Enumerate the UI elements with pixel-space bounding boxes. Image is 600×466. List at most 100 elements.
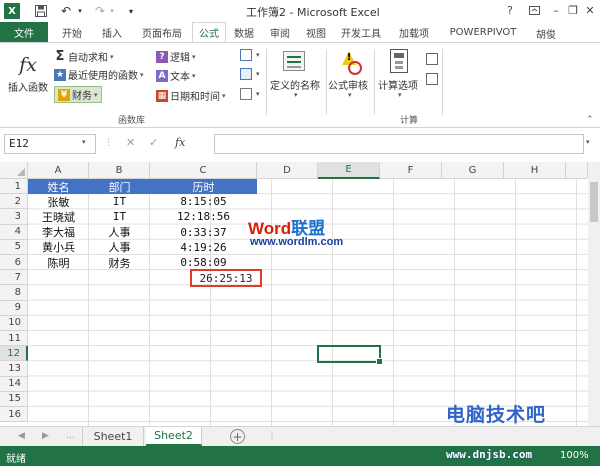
chevron-down-icon[interactable]: ▾ (398, 91, 402, 99)
row-header[interactable]: 4 (0, 224, 28, 240)
cell-dept[interactable]: 人事 (89, 240, 150, 255)
chevron-down-icon[interactable]: ▾ (586, 138, 590, 146)
column-header[interactable]: G (442, 162, 504, 179)
cell-dept[interactable]: 财务 (89, 255, 150, 270)
cell-duration[interactable]: 8:15:05 (150, 194, 257, 209)
undo-icon[interactable]: ↶ (58, 3, 74, 19)
save-icon[interactable] (34, 3, 48, 19)
column-header[interactable]: H (504, 162, 566, 179)
calculation-options-button[interactable]: 计算选项 (378, 77, 418, 92)
row-header[interactable]: 8 (0, 285, 28, 301)
row-header[interactable]: 10 (0, 315, 28, 331)
column-header[interactable]: C (150, 162, 257, 179)
column-header[interactable]: A (28, 162, 89, 179)
row-header[interactable]: 16 (0, 407, 28, 423)
table-header-cell[interactable]: 姓名 (28, 179, 89, 194)
cell-name[interactable]: 黄小兵 (28, 240, 89, 255)
tab-home[interactable]: 开始 (54, 22, 90, 42)
tab-review[interactable]: 审阅 (264, 22, 296, 42)
tab-powerpivot[interactable]: POWERPIVOT (440, 22, 526, 42)
tab-page-layout[interactable]: 页面布局 (134, 22, 190, 42)
cancel-icon[interactable]: ✕ (126, 136, 135, 149)
chevron-down-icon[interactable]: ▾ (294, 91, 298, 99)
row-header[interactable]: 11 (0, 331, 28, 347)
row-header[interactable]: 6 (0, 255, 28, 271)
customize-qat-icon[interactable]: ▾ (126, 3, 136, 19)
insert-function-icon[interactable]: fx (175, 136, 185, 149)
chevron-left-icon[interactable]: ◀ (18, 431, 25, 441)
formula-auditing-icon[interactable] (338, 51, 362, 75)
zoom-level[interactable]: 100% (560, 450, 589, 461)
row-header[interactable]: 9 (0, 300, 28, 316)
enter-icon[interactable]: ✓ (149, 136, 158, 149)
name-manager-icon[interactable] (283, 51, 305, 71)
table-header-cell[interactable]: 历时 (150, 179, 257, 194)
resize-handle-icon[interactable]: ⋮ (268, 432, 276, 441)
chevron-down-icon[interactable]: ▾ (256, 70, 260, 78)
chevron-down-icon[interactable]: ▾ (256, 51, 260, 59)
chevron-down-icon[interactable]: ▾ (256, 90, 260, 98)
cell-duration[interactable]: 0:33:37 (150, 225, 257, 240)
cell-name[interactable]: 陈明 (28, 255, 89, 270)
cell-duration[interactable]: 0:58:09 (150, 255, 257, 270)
collapse-ribbon-icon[interactable]: ⌃ (586, 115, 594, 125)
calculate-now-icon[interactable] (426, 53, 438, 65)
help-button[interactable]: ? (500, 2, 520, 18)
resize-handle-icon[interactable]: ⋮ (104, 138, 113, 148)
more-icon[interactable]: … (66, 431, 75, 441)
autosum-button[interactable]: Σ 自动求和 ▾ (54, 49, 114, 64)
close-button[interactable]: ✕ (580, 2, 600, 18)
row-header-selected[interactable]: 12 (0, 346, 28, 362)
row-header[interactable]: 3 (0, 209, 28, 225)
tab-data[interactable]: 数据 (228, 22, 260, 42)
tab-view[interactable]: 视图 (300, 22, 332, 42)
cell-dept[interactable]: IT (89, 209, 150, 224)
redo-icon[interactable]: ↷ (92, 3, 108, 19)
cell-dept[interactable]: 人事 (89, 225, 150, 240)
formula-input[interactable] (214, 134, 584, 154)
recently-used-button[interactable]: ★ 最近使用的函数 ▾ (54, 67, 144, 82)
column-header-selected[interactable]: E (318, 162, 380, 179)
financial-button[interactable]: ¥ 财务 ▾ (54, 86, 102, 103)
select-all-button[interactable] (0, 162, 28, 179)
undo-dropdown-icon[interactable]: ▾ (76, 3, 84, 19)
calculate-sheet-icon[interactable] (426, 73, 438, 85)
insert-function-button[interactable]: 插入函数 (4, 79, 52, 94)
tab-file[interactable]: 文件 (0, 22, 48, 42)
table-header-cell[interactable]: 部门 (89, 179, 150, 194)
tab-developer[interactable]: 开发工具 (334, 22, 388, 42)
row-header[interactable]: 13 (0, 361, 28, 377)
scrollbar-thumb[interactable] (590, 182, 598, 222)
lookup-reference-icon[interactable] (240, 49, 252, 61)
row-header[interactable]: 1 (0, 179, 28, 195)
redo-dropdown-icon[interactable]: ▾ (108, 3, 116, 19)
column-header[interactable]: F (380, 162, 442, 179)
math-trig-icon[interactable] (240, 68, 252, 80)
date-time-button[interactable]: ▦ 日期和时间 ▾ (156, 88, 226, 103)
user-name[interactable]: 胡俊 (536, 26, 556, 41)
chevron-down-icon[interactable]: ▾ (82, 138, 86, 146)
row-header[interactable]: 5 (0, 239, 28, 255)
cell-name[interactable]: 王晓斌 (28, 209, 89, 224)
chevron-down-icon[interactable]: ▾ (348, 91, 352, 99)
row-header[interactable]: 2 (0, 194, 28, 210)
cell-duration[interactable]: 12:18:56 (150, 209, 257, 224)
sheet-tab-sheet1[interactable]: Sheet1 (82, 427, 144, 446)
tab-insert[interactable]: 插入 (94, 22, 130, 42)
defined-names-button[interactable]: 定义的名称 (270, 77, 320, 92)
column-header[interactable]: B (89, 162, 150, 179)
row-header[interactable]: 15 (0, 391, 28, 407)
worksheet-grid[interactable]: A B C D E F G H 1 2 3 4 5 6 7 8 9 10 11 … (0, 162, 600, 426)
add-sheet-button[interactable]: + (230, 429, 245, 444)
tab-add-ins[interactable]: 加载项 (392, 22, 436, 42)
column-header[interactable]: D (257, 162, 318, 179)
more-functions-icon[interactable] (240, 88, 252, 100)
insert-function-icon[interactable]: fx (16, 53, 40, 77)
tab-formulas[interactable]: 公式 (192, 22, 226, 42)
chevron-right-icon[interactable]: ▶ (42, 431, 49, 441)
cell-dept[interactable]: IT (89, 194, 150, 209)
row-header[interactable]: 7 (0, 270, 28, 286)
formula-auditing-button[interactable]: 公式审核 (328, 77, 368, 92)
vertical-scrollbar[interactable] (588, 162, 600, 426)
calculator-icon[interactable] (390, 49, 408, 73)
